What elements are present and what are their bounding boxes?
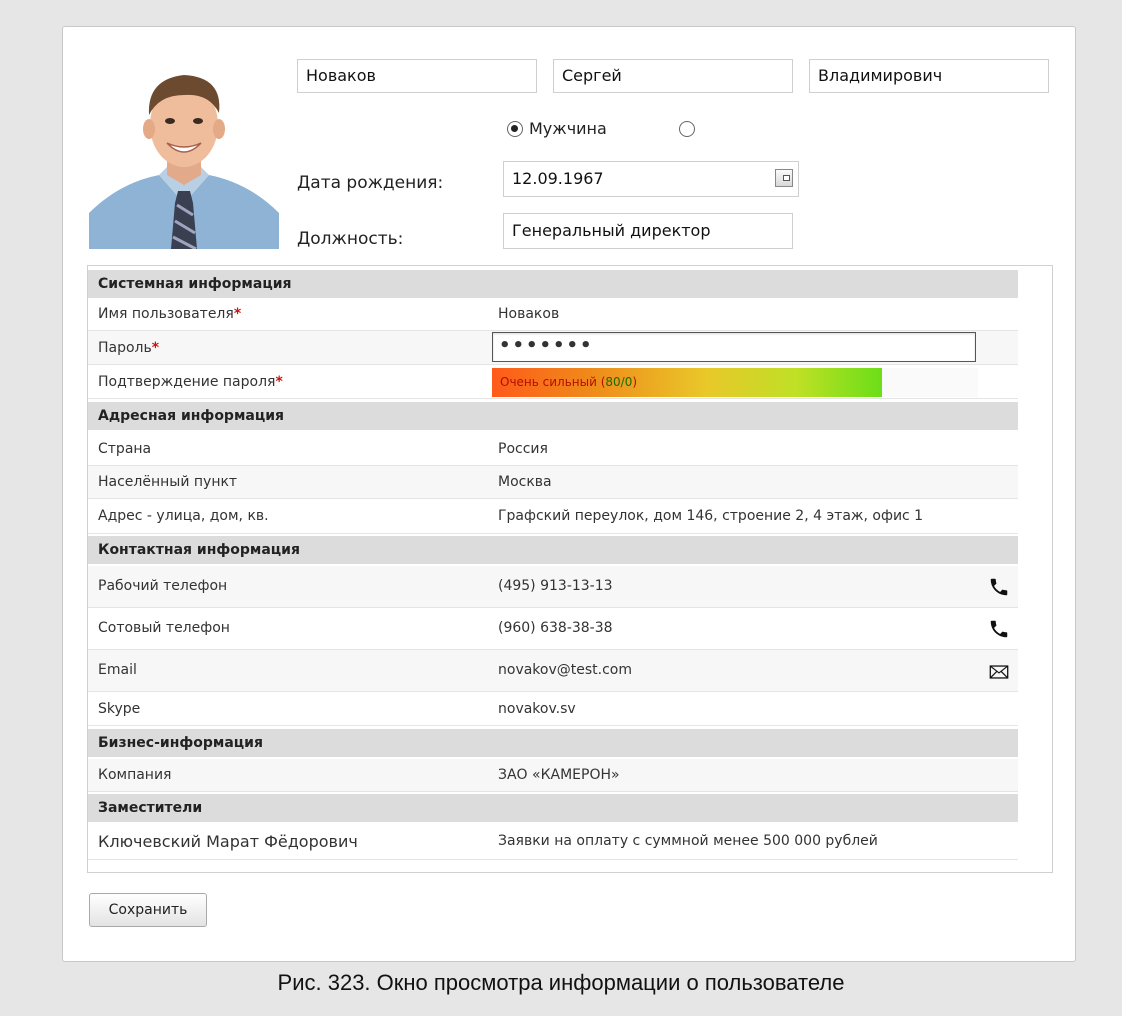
country-value: Россия xyxy=(498,441,548,457)
email-value: novakov@test.com xyxy=(498,662,632,678)
company-value: ЗАО «КАМЕРОН» xyxy=(498,767,620,783)
figure-caption: Рис. 323. Окно просмотра информации о по… xyxy=(277,970,845,995)
position-field[interactable]: Генеральный директор xyxy=(503,213,793,249)
birthdate-field[interactable]: 12.09.1967 xyxy=(503,161,799,197)
company-row: Компания ЗАО «КАМЕРОН» xyxy=(88,759,1018,792)
email-label: Email xyxy=(98,662,137,678)
deputy-row: Ключевский Марат Фёдорович Заявки на опл… xyxy=(88,824,1018,860)
country-row: Страна Россия xyxy=(88,432,1018,466)
phone-icon[interactable] xyxy=(988,618,1010,640)
city-row: Населённый пункт Москва xyxy=(88,466,1018,499)
username-label: Имя пользователя xyxy=(98,306,234,322)
phone-icon[interactable] xyxy=(988,576,1010,598)
company-label: Компания xyxy=(98,767,172,783)
position-label: Должность: xyxy=(297,229,404,249)
work-phone-label: Рабочий телефон xyxy=(98,578,228,594)
section-business: Бизнес-информация xyxy=(88,729,1018,757)
gender-male-label: Мужчина xyxy=(529,119,607,138)
confirm-password-label: Подтверждение пароля xyxy=(98,374,276,390)
strength-bar-remainder xyxy=(882,368,978,397)
skype-label: Skype xyxy=(98,701,141,717)
deputy-name: Ключевский Марат Фёдорович xyxy=(98,832,358,851)
calendar-icon[interactable] xyxy=(775,169,793,187)
city-value: Москва xyxy=(498,474,552,490)
envelope-icon[interactable] xyxy=(988,661,1010,683)
gender-male-radio[interactable] xyxy=(507,121,523,137)
street-value: Графский переулок, дом 146, строение 2, … xyxy=(498,508,924,524)
username-value: Новаков xyxy=(498,306,560,322)
street-label: Адрес - улица, дом, кв. xyxy=(98,508,269,524)
password-label: Пароль xyxy=(98,340,152,356)
user-info-window: Новаков Сергей Владимирович Мужчина Дата… xyxy=(62,26,1076,962)
first-name-field[interactable]: Сергей xyxy=(553,59,793,93)
required-mark: * xyxy=(151,340,160,356)
section-deputies: Заместители xyxy=(88,794,1018,822)
user-photo xyxy=(89,63,279,249)
gender-female-radio[interactable] xyxy=(679,121,695,137)
confirm-password-row: Подтверждение пароля* Очень сильный (80/… xyxy=(88,365,1018,399)
email-row: Email novakov@test.com xyxy=(88,650,1018,692)
user-info-table: Системная информация Имя пользователя* Н… xyxy=(87,265,1053,873)
country-label: Страна xyxy=(98,441,152,457)
skype-row: Skype novakov.sv xyxy=(88,692,1018,726)
work-phone-row: Рабочий телефон (495) 913-13-13 xyxy=(88,566,1018,608)
birthdate-label: Дата рождения: xyxy=(297,173,444,193)
section-system: Системная информация xyxy=(88,270,1018,298)
middle-name-field[interactable]: Владимирович xyxy=(809,59,1049,93)
password-input[interactable]: ••••••• xyxy=(492,332,976,362)
mobile-phone-row: Сотовый телефон (960) 638-38-38 xyxy=(88,608,1018,650)
last-name-field[interactable]: Новаков xyxy=(297,59,537,93)
section-contact: Контактная информация xyxy=(88,536,1018,564)
street-row: Адрес - улица, дом, кв. Графский переуло… xyxy=(88,499,1018,534)
save-button[interactable]: Сохранить xyxy=(89,893,207,927)
mobile-phone-label: Сотовый телефон xyxy=(98,620,230,636)
strength-score: 80/0 xyxy=(605,375,633,389)
city-label: Населённый пункт xyxy=(98,474,238,490)
work-phone-value: (495) 913-13-13 xyxy=(498,578,613,594)
username-row: Имя пользователя* Новаков xyxy=(88,298,1018,331)
deputy-scope: Заявки на оплату с суммной менее 500 000… xyxy=(498,833,878,849)
section-address: Адресная информация xyxy=(88,402,1018,430)
strength-text: Очень сильный ( xyxy=(500,375,606,389)
password-strength-bar: Очень сильный (80/0) xyxy=(492,368,882,397)
required-mark: * xyxy=(275,374,283,390)
required-mark: * xyxy=(233,306,242,322)
skype-value: novakov.sv xyxy=(498,701,576,717)
password-row: Пароль* ••••••• xyxy=(88,331,1018,365)
mobile-phone-value: (960) 638-38-38 xyxy=(498,620,613,636)
strength-close: ) xyxy=(632,375,638,389)
